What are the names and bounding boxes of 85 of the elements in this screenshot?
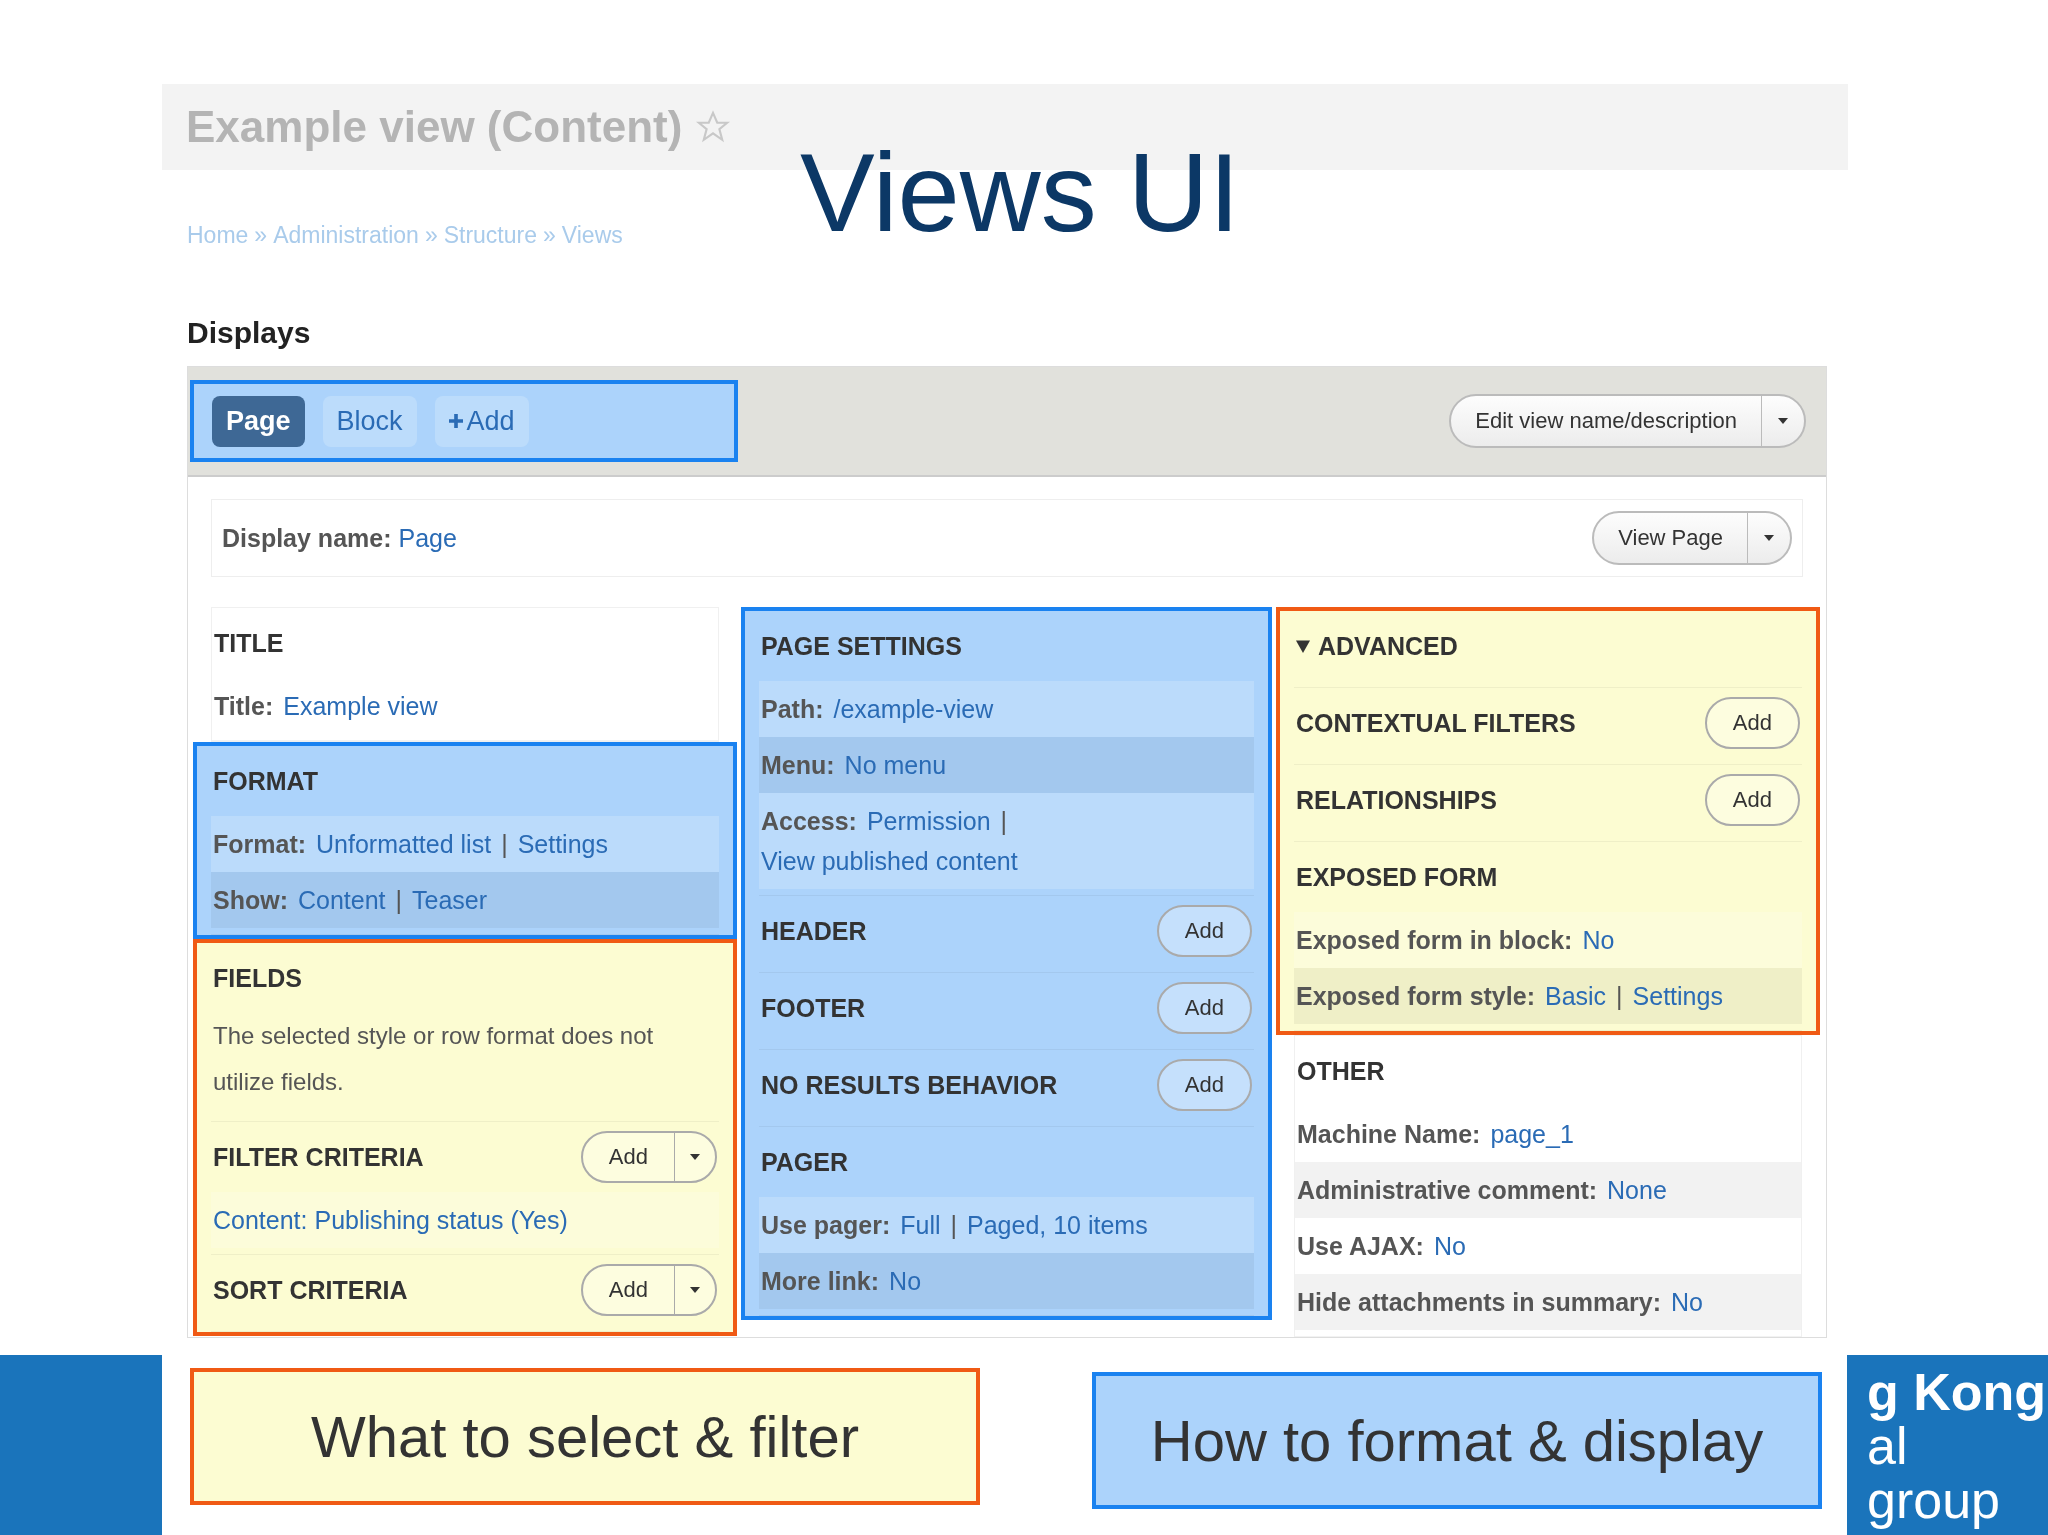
- setting-label: Use pager:: [761, 1210, 891, 1241]
- section-title: FORMAT: [213, 766, 319, 796]
- setting-label: Machine Name:: [1297, 1119, 1481, 1150]
- setting-link[interactable]: page_1: [1490, 1114, 1574, 1154]
- setting-link[interactable]: Settings: [517, 824, 608, 864]
- setting-label: Exposed form in block:: [1296, 925, 1573, 956]
- section-title: EXPOSED FORM: [1296, 862, 1498, 892]
- setting-link[interactable]: Unformatted list: [316, 824, 492, 864]
- setting-link[interactable]: Full: [900, 1205, 941, 1245]
- setting-link[interactable]: Example view: [283, 686, 438, 726]
- caret-icon: [690, 1154, 700, 1160]
- section-title: OTHER: [1297, 1056, 1385, 1086]
- page-title: Example view (Content): [186, 102, 683, 152]
- logo-text: group: [1867, 1473, 2001, 1527]
- plus-icon: [448, 414, 463, 428]
- setting-link[interactable]: Content: [298, 880, 386, 920]
- setting-label: Title:: [214, 691, 274, 722]
- section-title: FOOTER: [761, 993, 866, 1023]
- add-button[interactable]: Add: [1156, 1059, 1252, 1111]
- section-title: CONTEXTUAL FILTERS: [1296, 708, 1576, 738]
- logo-text: g Kong: [1867, 1365, 2048, 1419]
- setting-link[interactable]: Paged, 10 items: [967, 1205, 1148, 1245]
- setting-label: Hide attachments in summary:: [1297, 1287, 1661, 1318]
- separator: |: [395, 885, 403, 916]
- breadcrumb-separator: »: [424, 221, 438, 249]
- display-tab[interactable]: Page: [212, 395, 305, 447]
- section-title: SORT CRITERIA: [213, 1275, 408, 1305]
- setting-label: Use AJAX:: [1297, 1231, 1424, 1262]
- separator: |: [1616, 981, 1623, 1012]
- display-name: Display name: Page: [222, 523, 457, 553]
- info-text: The selected style or row format does not utilize fields.: [212, 1021, 655, 1097]
- slide-title: Views UI: [800, 129, 1240, 257]
- add-button[interactable]: Add: [580, 1264, 717, 1316]
- separator: |: [950, 1210, 957, 1241]
- add-button[interactable]: Add: [1156, 905, 1252, 957]
- caret-icon: [690, 1287, 700, 1293]
- callout-text: How to format & display: [1150, 1407, 1764, 1474]
- section-title: PAGER: [761, 1147, 849, 1177]
- setting-link[interactable]: View published content: [761, 841, 1018, 881]
- section-title: FILTER CRITERIA: [213, 1142, 424, 1172]
- setting-link[interactable]: /example-view: [833, 689, 994, 729]
- breadcrumb-separator: »: [543, 221, 556, 249]
- section-title: ADVANCED: [1318, 631, 1458, 661]
- setting-label: Menu:: [761, 750, 835, 781]
- caret-icon: [1778, 418, 1788, 424]
- add-button[interactable]: Add: [1156, 982, 1252, 1034]
- setting-label: Administrative comment:: [1297, 1175, 1598, 1206]
- view-page-button[interactable]: View Page: [1592, 511, 1792, 565]
- setting-link[interactable]: Teaser: [412, 880, 488, 920]
- setting-label: More link:: [761, 1266, 880, 1297]
- setting-link[interactable]: No: [1433, 1226, 1466, 1266]
- add-button[interactable]: Add: [1704, 697, 1800, 749]
- setting-label: Show:: [213, 885, 288, 916]
- setting-link[interactable]: No menu: [844, 745, 947, 785]
- separator: |: [1000, 806, 1008, 837]
- add-button[interactable]: Add: [1704, 774, 1800, 826]
- setting-link[interactable]: Basic: [1544, 976, 1607, 1016]
- edit-view-button[interactable]: Edit view name/description: [1449, 394, 1806, 448]
- setting-link[interactable]: No: [1671, 1282, 1703, 1322]
- setting-link[interactable]: None: [1607, 1170, 1667, 1210]
- setting-label: Format:: [213, 829, 307, 860]
- display-tab[interactable]: Add: [434, 395, 529, 447]
- setting-link[interactable]: Settings: [1632, 976, 1723, 1016]
- triangle-icon[interactable]: [1296, 639, 1310, 653]
- separator: |: [501, 829, 508, 860]
- section-title: NO RESULTS BEHAVIOR: [761, 1070, 1058, 1100]
- section-heading: Displays: [186, 315, 312, 351]
- breadcrumb-separator: »: [254, 221, 268, 249]
- setting-label: Exposed form style:: [1296, 981, 1535, 1012]
- add-button[interactable]: Add: [580, 1131, 717, 1183]
- caret-icon: [1764, 535, 1774, 541]
- setting-link[interactable]: Permission: [866, 801, 991, 841]
- callout-text: What to select & filter: [311, 1403, 859, 1470]
- section-title: HEADER: [761, 916, 867, 946]
- display-tab[interactable]: Block: [322, 395, 417, 447]
- section-title: PAGE SETTINGS: [761, 631, 962, 661]
- section-title: RELATIONSHIPS: [1296, 785, 1497, 815]
- setting-link[interactable]: No: [889, 1261, 922, 1301]
- setting-label: Path:: [761, 694, 824, 725]
- section-title: TITLE: [214, 628, 284, 658]
- setting-link[interactable]: Content: Publishing status (Yes): [213, 1200, 568, 1240]
- section-title: FIELDS: [213, 963, 302, 993]
- star-icon[interactable]: [696, 110, 731, 144]
- setting-link[interactable]: No: [1582, 920, 1615, 960]
- setting-label: Access:: [761, 806, 857, 837]
